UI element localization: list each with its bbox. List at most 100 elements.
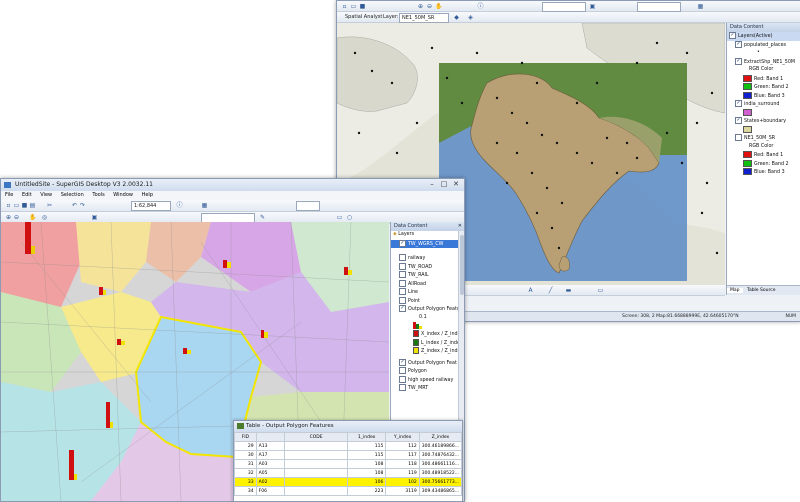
cut-icon[interactable]: ✂: [46, 202, 53, 209]
save-icon[interactable]: ■: [21, 202, 28, 209]
undo-icon[interactable]: ↶: [71, 202, 78, 209]
bottom-dropdown[interactable]: [296, 201, 320, 211]
layer-india-surround[interactable]: ✓ india_surround: [727, 100, 800, 109]
pan-icon[interactable]: ✋: [435, 3, 442, 10]
menu-tools[interactable]: Tools: [92, 192, 104, 198]
table-header-row: FID CODE 1_index Y_index Z_index: [234, 432, 462, 442]
checkbox[interactable]: ✓: [729, 32, 736, 39]
col-code[interactable]: CODE: [284, 432, 348, 442]
rect-icon[interactable]: ▭: [597, 287, 604, 294]
tree-root-active[interactable]: ✓ Layers(Active): [727, 32, 800, 41]
zoom-out-icon[interactable]: ⊖: [426, 3, 433, 10]
window-title: UntitledSite - SuperGIS Desktop V3 2.003…: [15, 181, 153, 188]
grid-icon[interactable]: ▦: [697, 3, 704, 10]
open-icon[interactable]: ▭: [13, 202, 20, 209]
layer-point[interactable]: Point: [391, 296, 464, 306]
menu-selection[interactable]: Selection: [61, 192, 84, 198]
save-icon[interactable]: ■: [359, 3, 366, 10]
checkbox[interactable]: ✓: [735, 100, 742, 107]
fill-swatch-2: [727, 125, 800, 135]
layer-extractshp[interactable]: ✓ ExtractShp_NE1_50M: [727, 57, 800, 67]
tool-icon-2[interactable]: ◈: [467, 14, 474, 21]
table-row[interactable]: 31 A03 108 118 300.48661116...: [234, 459, 462, 469]
pan-icon[interactable]: ✋: [29, 214, 36, 221]
menu-help[interactable]: Help: [142, 192, 153, 198]
checkbox[interactable]: ✓: [735, 117, 742, 124]
status-num: NUM: [785, 314, 796, 319]
layer-allroad[interactable]: AllRoad: [391, 279, 464, 289]
new-icon[interactable]: ▫: [341, 3, 348, 10]
top-toolbar-1: ▫ ▭ ■ ⊕ ⊖ ✋ ⓘ ▣ ▦: [337, 1, 800, 12]
band-green-2: Green: Band 2: [727, 159, 800, 169]
legend-x-index: X_index / Z_inde: [391, 330, 464, 339]
menubar: File Edit View Selection Tools Window He…: [1, 191, 464, 200]
table-row[interactable]: 29 A13 115 112 300.46189866...: [234, 441, 462, 451]
minimize-button[interactable]: –: [426, 180, 438, 189]
top-dropdown-2[interactable]: [637, 2, 681, 12]
text-icon[interactable]: A: [527, 287, 534, 294]
table-row-selected[interactable]: 33 A02 106 102 300.75661773...: [234, 477, 462, 487]
circle-icon[interactable]: ○: [346, 214, 353, 221]
full-extent-icon[interactable]: ◎: [41, 214, 48, 221]
layer-polygon[interactable]: Polygon: [391, 367, 464, 376]
tool-icon[interactable]: ◆: [453, 14, 460, 21]
top-panel-title: Data Content: [727, 23, 800, 32]
table-row[interactable]: 30 A17 115 117 300.74876432...: [234, 450, 462, 460]
maximize-button[interactable]: □: [438, 180, 450, 189]
checkbox[interactable]: ✓: [735, 57, 742, 65]
checkbox[interactable]: [735, 134, 742, 141]
table-icon: [237, 423, 244, 429]
menu-edit[interactable]: Edit: [22, 192, 32, 198]
new-icon[interactable]: ▫: [5, 202, 12, 209]
layer-output-polygon[interactable]: ✓ Output Polygon Featu: [391, 305, 464, 314]
layer-railway[interactable]: railway: [391, 254, 464, 263]
col-z-index[interactable]: Z_index: [418, 432, 462, 442]
layer-tw-rail[interactable]: TW_RAIL: [391, 271, 464, 280]
layer-populated-places[interactable]: ✓ populated_places: [727, 40, 800, 50]
close-button[interactable]: ✕: [450, 180, 462, 189]
table-row[interactable]: 32 A05 108 119 300.48918522...: [234, 468, 462, 478]
table-row[interactable]: 34 F06 223 3119 309.43486865...: [234, 486, 462, 496]
table-titlebar: Table - Output Polygon Features: [234, 421, 462, 432]
layer-tw-mrt[interactable]: TW_MRT: [391, 384, 464, 393]
layer-tw-wgrs[interactable]: ✓ TW_WGRS_CW: [391, 239, 464, 248]
identify-icon[interactable]: ⓘ: [176, 202, 183, 209]
menu-window[interactable]: Window: [113, 192, 133, 198]
checkbox[interactable]: ✓: [735, 40, 742, 48]
zoom-in-icon[interactable]: ⊕: [5, 214, 12, 221]
tab-map[interactable]: Map: [727, 288, 743, 293]
scale-select[interactable]: 1:62,844: [131, 201, 171, 211]
layer-select[interactable]: NE1_50M_SR: [399, 13, 449, 23]
band-blue-2: Blue: Band 3: [727, 168, 800, 177]
menu-view[interactable]: View: [40, 192, 52, 198]
menu-file[interactable]: File: [5, 192, 13, 198]
close-icon[interactable]: ✕: [458, 222, 462, 231]
col-fid[interactable]: FID: [234, 432, 257, 442]
tab-table-source[interactable]: Table Source: [744, 288, 779, 293]
layer-line[interactable]: Line: [391, 288, 464, 297]
zoom-in-icon[interactable]: ⊕: [417, 3, 424, 10]
layer-states-boundary[interactable]: ✓ States+boundary: [727, 117, 800, 126]
layer-ne1-50m-sr[interactable]: NE1_50M_SR: [727, 134, 800, 143]
col-1-index[interactable]: 1_index: [346, 432, 387, 442]
fill-color-icon[interactable]: ▬: [565, 287, 572, 294]
layer-tw-road[interactable]: TW_ROAD: [391, 262, 464, 272]
col-y-index[interactable]: Y_index: [385, 432, 420, 442]
select-icon[interactable]: ▣: [91, 214, 98, 221]
layer-output-polygon-2[interactable]: ✓ Output Polygon Feat: [391, 358, 464, 368]
layout-icon[interactable]: ▦: [201, 202, 208, 209]
print-icon[interactable]: ▤: [29, 202, 36, 209]
redo-icon[interactable]: ↷: [79, 202, 86, 209]
info-icon[interactable]: ⓘ: [477, 3, 484, 10]
top-dropdown[interactable]: [542, 2, 586, 12]
zoom-out-icon[interactable]: ⊖: [13, 214, 20, 221]
legend-title: 0.1: [419, 314, 427, 320]
line-color-icon[interactable]: ╱: [547, 287, 554, 294]
select-icon[interactable]: ▣: [589, 3, 596, 10]
open-icon[interactable]: ▭: [350, 3, 357, 10]
edit-icon[interactable]: ✎: [259, 214, 266, 221]
col-id[interactable]: [255, 432, 286, 442]
layer-high-speed-railway[interactable]: high speed railway: [391, 375, 464, 385]
rect-icon[interactable]: ▭: [336, 214, 343, 221]
tree-root-layers[interactable]: ◈ Layers: [391, 231, 464, 240]
